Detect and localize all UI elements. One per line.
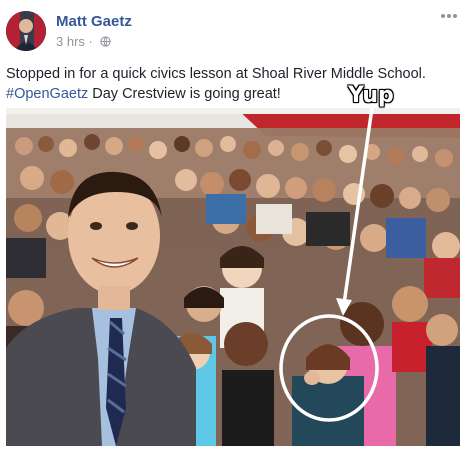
author-name[interactable]: Matt Gaetz: [56, 13, 132, 30]
ellipsis-icon[interactable]: [438, 10, 460, 26]
post-text-line1: Stopped in for a quick civics lesson at …: [6, 66, 426, 82]
post-header: Matt Gaetz 3 hrs ·: [6, 10, 460, 54]
facebook-post: Matt Gaetz 3 hrs · Stopped in for a quic…: [0, 0, 466, 450]
classroom-selfie-image: [6, 108, 460, 446]
globe-icon: [99, 35, 111, 50]
avatar[interactable]: [6, 11, 46, 51]
annotation-yup: Yup: [348, 83, 394, 108]
post-text-line2: Day Crestview is going great!: [88, 86, 281, 102]
post-meta: 3 hrs ·: [56, 34, 111, 50]
meta-separator: ·: [88, 34, 93, 49]
post-photo[interactable]: [6, 108, 460, 446]
timestamp[interactable]: 3 hrs: [56, 34, 85, 49]
hashtag-link[interactable]: #OpenGaetz: [6, 86, 88, 102]
